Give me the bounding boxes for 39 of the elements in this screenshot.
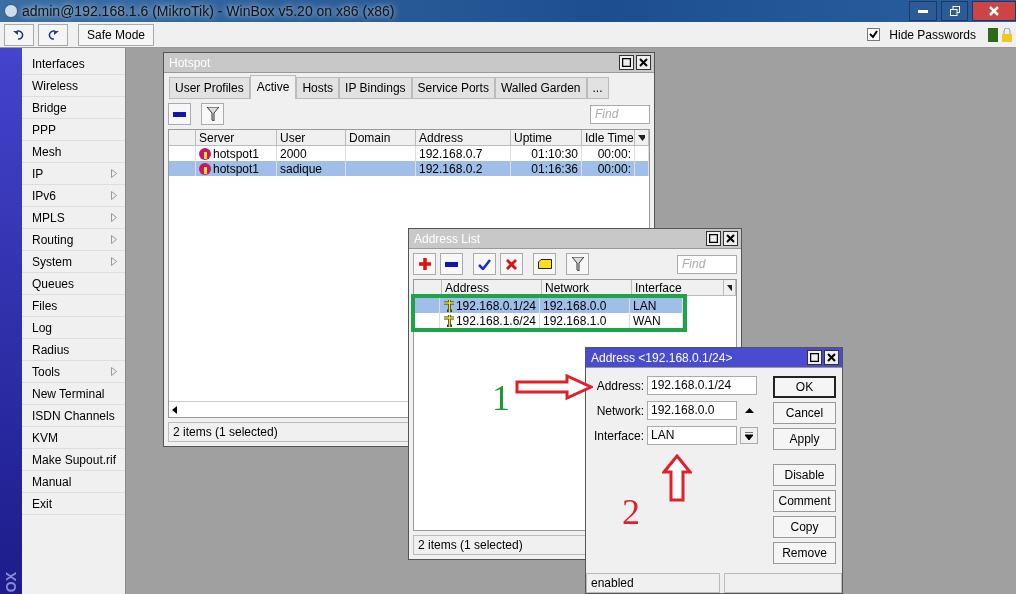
menu-item-label: PPP	[32, 122, 56, 137]
menu-item-label: Radius	[32, 342, 70, 357]
field-label: Address:	[595, 378, 644, 393]
table-cell: sadique	[277, 161, 346, 176]
menu-item-label: Queues	[32, 276, 75, 291]
menu-item-label: Tools	[32, 364, 60, 379]
checkbox-label: Hide Passwords	[889, 27, 976, 42]
banner-text: OX	[3, 571, 19, 594]
menu-item-label: IPv6	[32, 188, 56, 203]
menu-item-label: Make Supout.rif	[32, 452, 117, 467]
table-cell: 192.168.0.2	[416, 161, 511, 176]
menu-item-label: IP	[32, 166, 44, 181]
annotation-number: 1	[492, 380, 510, 416]
field-label: Interface:	[592, 428, 644, 443]
table-cell: 192.168.1.0	[540, 313, 630, 328]
table-cell: 01:16:36	[511, 161, 582, 176]
field-label: Network:	[595, 403, 644, 418]
table-cell: WAN	[630, 313, 683, 328]
window-title: admin@192.168.1.6 (MikroTik) - WinBox v5.20 on x86 (x86)	[22, 3, 396, 19]
menu-item-label: New Terminal	[32, 386, 105, 401]
menu-item-label: Interfaces	[32, 56, 85, 71]
window-title: Address <192.168.0.1/24>	[591, 350, 734, 365]
menu-item-label: Mesh	[32, 144, 62, 159]
menu-item-label: MPLS	[32, 210, 65, 225]
annotation-number: 2	[622, 494, 640, 530]
table-cell: 192.168.1.6/24	[440, 313, 540, 328]
menu-item-label: Exit	[32, 496, 52, 511]
menu-item-label: Manual	[32, 474, 72, 489]
menu-item-label: Routing	[32, 232, 74, 247]
menu-item-label: ISDN Channels	[32, 408, 115, 423]
menu-item-label: System	[32, 254, 72, 269]
menu-item-label: Log	[32, 320, 53, 335]
table-cell: 00:00:	[582, 161, 635, 176]
menu-item-label: Files	[32, 298, 58, 313]
status-text: enabled	[586, 573, 721, 593]
menu-item-label: KVM	[32, 430, 58, 445]
table-cell: hotspot1	[196, 161, 277, 176]
menu-item-label: Wireless	[32, 78, 78, 93]
menu-item-label: Bridge	[32, 100, 67, 115]
